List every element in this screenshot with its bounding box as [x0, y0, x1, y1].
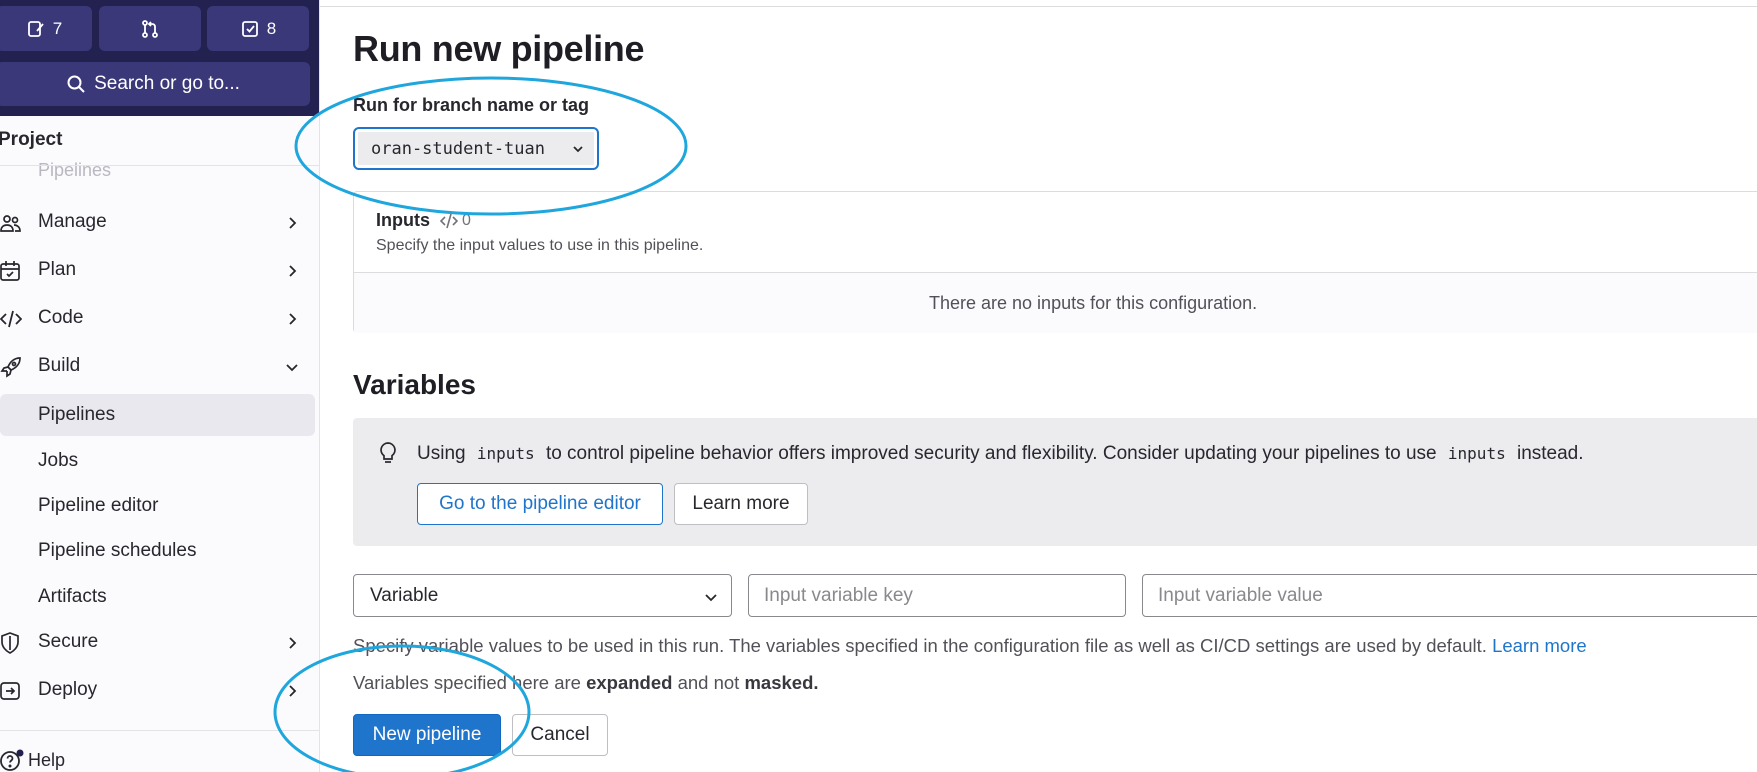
- sidebar-item-label: Jobs: [38, 450, 79, 471]
- sidebar-item-label: Artifacts: [38, 586, 107, 607]
- variables-expand-note: Variables specified here are expanded an…: [353, 672, 819, 694]
- chevron-down-icon: [286, 364, 298, 372]
- inputs-count-badge: 0: [440, 212, 471, 230]
- search-icon: [67, 75, 85, 93]
- branch-field-label: Run for branch name or tag: [353, 95, 590, 115]
- sidebar-item-plan[interactable]: Plan: [0, 249, 315, 291]
- chevron-down-icon: [705, 594, 717, 602]
- lightbulb-icon: [380, 442, 396, 463]
- rocket-icon: [0, 357, 21, 378]
- inputs-empty-state: There are no inputs for this configurati…: [354, 272, 1757, 333]
- inputs-empty-text: There are no inputs for this configurati…: [929, 293, 1258, 313]
- sidebar-item-label: Secure: [38, 631, 99, 652]
- inputs-tip-alert: Using inputs to control pipeline behavio…: [353, 418, 1757, 546]
- variables-help-body: Specify variable values to be used in th…: [353, 635, 1487, 656]
- search-label: Search or go to...: [94, 73, 240, 94]
- expand-note-1: Variables specified here are: [353, 672, 581, 693]
- sidebar-item-label: Code: [38, 307, 84, 328]
- variable-type-value: Variable: [370, 584, 439, 606]
- sidebar-divider: [0, 730, 319, 731]
- chevron-down-icon: [573, 146, 583, 153]
- inputs-header: Inputs 0: [376, 210, 471, 231]
- project-heading: Project: [0, 129, 63, 150]
- sidebar-item-pipelines[interactable]: Pipelines: [0, 394, 315, 436]
- chevron-right-icon: [289, 685, 297, 697]
- expand-note-2: and not: [677, 672, 740, 693]
- sidebar-header: 7 8 Search or go to...: [0, 0, 319, 116]
- alert-code-1: inputs: [476, 444, 535, 463]
- inputs-title: Inputs: [376, 210, 430, 230]
- code-icon: [0, 310, 22, 328]
- inputs-count: 0: [462, 211, 471, 229]
- sidebar-item-label: Pipelines: [38, 404, 116, 425]
- calendar-icon: [0, 261, 20, 281]
- deploy-icon: [0, 682, 20, 700]
- sidebar-item-manage[interactable]: Manage: [0, 201, 315, 243]
- help-icon: [0, 749, 24, 771]
- variable-type-select[interactable]: Variable: [353, 574, 732, 617]
- users-icon: [0, 215, 21, 232]
- todos-button[interactable]: 8: [207, 6, 309, 51]
- learn-more-button[interactable]: Learn more: [674, 483, 808, 525]
- branch-dropdown[interactable]: oran-student-tuan: [353, 127, 599, 170]
- sidebar-item-label: Deploy: [38, 679, 98, 700]
- todo-icon: [241, 20, 258, 37]
- sidebar-item-secure[interactable]: Secure: [0, 621, 315, 663]
- help-button[interactable]: Help: [0, 748, 65, 772]
- sidebar-divider: [0, 165, 319, 166]
- go-to-pipeline-editor-button[interactable]: Go to the pipeline editor: [417, 483, 663, 525]
- sidebar-item-pipeline-schedules[interactable]: Pipeline schedules: [0, 530, 315, 572]
- code-icon: [440, 213, 458, 228]
- variables-heading: Variables: [353, 369, 476, 400]
- sidebar-item-label: Plan: [38, 259, 77, 280]
- alert-message: Using inputs to control pipeline behavio…: [417, 443, 1584, 465]
- sidebar-item-label: Pipeline schedules: [38, 540, 197, 561]
- shield-icon: [1, 632, 19, 654]
- alert-text-2: to control pipeline behavior offers impr…: [545, 443, 1437, 464]
- issues-count: 7: [52, 18, 63, 38]
- issues-button[interactable]: 7: [0, 6, 92, 51]
- alert-code-2: inputs: [1447, 444, 1506, 463]
- search-button[interactable]: Search or go to...: [0, 62, 310, 106]
- variables-learn-more-link[interactable]: Learn more: [1492, 635, 1587, 656]
- chevron-right-icon: [289, 313, 297, 325]
- sidebar-item-pipelines-scrolled: Pipelines: [38, 160, 112, 180]
- sidebar-item-pipeline-editor[interactable]: Pipeline editor: [0, 485, 315, 527]
- variable-value-input[interactable]: [1142, 574, 1757, 617]
- sidebar-item-artifacts[interactable]: Artifacts: [0, 576, 315, 618]
- sidebar-item-code[interactable]: Code: [0, 297, 315, 339]
- issues-icon: [27, 20, 44, 37]
- sidebar-item-jobs[interactable]: Jobs: [0, 440, 315, 482]
- sidebar-item-label: Pipeline editor: [38, 495, 159, 516]
- todos-count: 8: [266, 18, 277, 38]
- help-label: Help: [28, 749, 66, 770]
- chevron-right-icon: [289, 265, 297, 277]
- merge-request-icon: [142, 19, 158, 38]
- expand-note-bold-2: masked.: [744, 672, 819, 693]
- alert-text-1: Using: [417, 443, 466, 464]
- inputs-description: Specify the input values to use in this …: [376, 237, 704, 254]
- variable-key-input[interactable]: [748, 574, 1126, 617]
- sidebar: 7 8 Search or go to... Project Pipelines…: [0, 0, 320, 772]
- expand-note-bold-1: expanded: [586, 672, 673, 693]
- new-pipeline-button[interactable]: New pipeline: [353, 714, 501, 756]
- inputs-card: Inputs 0 Specify the input values to use…: [353, 191, 1757, 333]
- header-divider: [320, 6, 1757, 7]
- sidebar-item-label: Manage: [38, 211, 107, 232]
- sidebar-item-deploy[interactable]: Deploy: [0, 669, 315, 711]
- alert-text-3: instead.: [1516, 443, 1584, 464]
- sidebar-item-build[interactable]: Build: [0, 345, 315, 387]
- sidebar-item-label: Build: [38, 355, 81, 376]
- merge-requests-button[interactable]: [99, 6, 201, 51]
- chevron-right-icon: [289, 217, 297, 229]
- branch-dropdown-value: oran-student-tuan: [371, 138, 545, 159]
- chevron-right-icon: [289, 637, 297, 649]
- page-title: Run new pipeline: [353, 28, 645, 69]
- variables-help-text: Specify variable values to be used in th…: [353, 635, 1587, 657]
- cancel-button[interactable]: Cancel: [512, 714, 608, 756]
